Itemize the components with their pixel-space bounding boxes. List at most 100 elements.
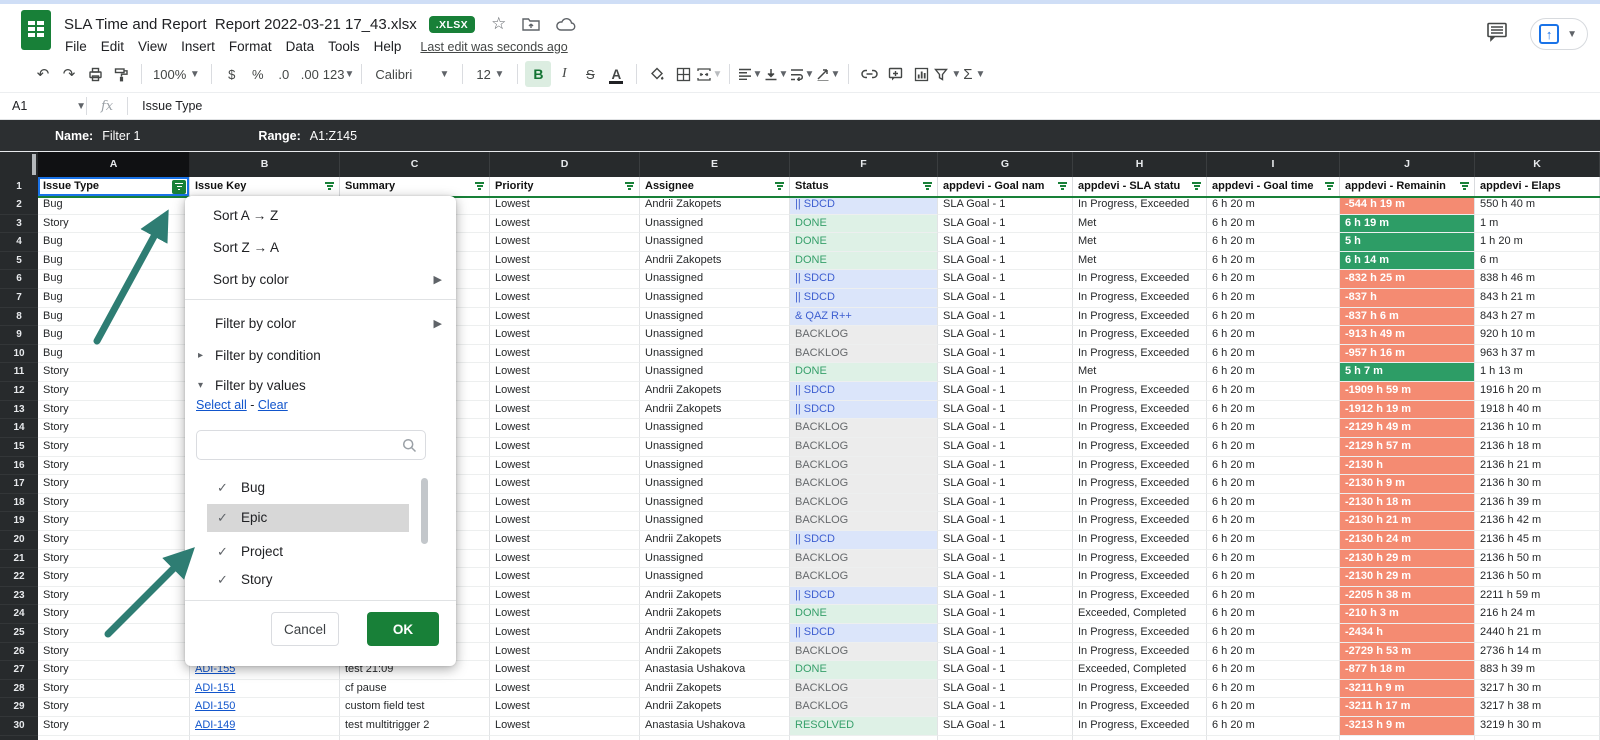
increase-decimal-button[interactable]: .00	[297, 61, 323, 87]
row-number[interactable]: 13	[0, 401, 38, 420]
cell-remaining[interactable]: -837 h 6 m	[1340, 308, 1475, 327]
cell-remaining[interactable]: -210 h 3 m	[1340, 605, 1475, 624]
cell-assignee[interactable]: Unassigned	[640, 363, 790, 382]
vertical-align-button[interactable]: ▼	[763, 61, 789, 87]
header-cell-col8[interactable]: appdevi - SLA statu	[1073, 177, 1207, 196]
text-color-button[interactable]: A	[603, 61, 629, 87]
cell-assignee[interactable]: Unassigned	[640, 550, 790, 569]
cell-status[interactable]: BACKLOG	[790, 550, 938, 569]
cell-status[interactable]: & QAZ R++	[790, 308, 938, 327]
cell-goal-time[interactable]: 6 h 20 m	[1207, 419, 1340, 438]
cell-assignee[interactable]: Unassigned	[640, 289, 790, 308]
cell-goal-time[interactable]: 6 h 20 m	[1207, 680, 1340, 699]
cell-goal-name[interactable]: SLA Goal - 1	[938, 363, 1073, 382]
cancel-button[interactable]: Cancel	[271, 612, 339, 646]
cell-priority[interactable]: Lowest	[490, 326, 640, 345]
column-header-a[interactable]: A	[38, 152, 190, 177]
cell-issue-type[interactable]: Story	[38, 419, 190, 438]
zoom-select[interactable]: 100% ▼	[149, 61, 204, 87]
format-percent-button[interactable]: %	[245, 61, 271, 87]
cell-issue-key[interactable]: ADI-151	[190, 680, 340, 699]
cell-assignee[interactable]: Anastasia Ushakova	[640, 717, 790, 736]
cell-remaining[interactable]: 5 h 7 m	[1340, 363, 1475, 382]
row-number[interactable]: 17	[0, 475, 38, 494]
cell-sla-status[interactable]: In Progress, Exceeded	[1073, 457, 1207, 476]
cell-elapsed[interactable]: 2136 h 30 m	[1475, 475, 1600, 494]
cell-sla-status[interactable]: In Progress, Exceeded	[1073, 698, 1207, 717]
cell-sla-status[interactable]: In Progress, Exceeded	[1073, 196, 1207, 215]
row-number[interactable]: 2	[0, 196, 38, 215]
cell-priority[interactable]: Lowest	[490, 531, 640, 550]
menu-item-filter-by-condition[interactable]: ▸Filter by condition	[185, 342, 456, 370]
cell-priority[interactable]: Lowest	[490, 475, 640, 494]
row-number[interactable]: 24	[0, 605, 38, 624]
menu-item-filter-by-values[interactable]: ▾Filter by values	[185, 372, 456, 400]
cell-summary[interactable]: cf pause	[340, 680, 490, 699]
paint-format-button[interactable]	[108, 61, 134, 87]
cell-remaining[interactable]: 6 h 19 m	[1340, 215, 1475, 234]
filter-range-value[interactable]: A1:Z145	[310, 129, 357, 143]
cell-elapsed[interactable]: 883 h 39 m	[1475, 661, 1600, 680]
cell-priority[interactable]: Lowest	[490, 494, 640, 513]
cell-elapsed[interactable]: 2136 h 45 m	[1475, 531, 1600, 550]
cell-assignee[interactable]: Unassigned	[640, 512, 790, 531]
cell-status[interactable]: DONE	[790, 661, 938, 680]
cell-priority[interactable]: Lowest	[490, 233, 640, 252]
filter-icon[interactable]	[1192, 182, 1201, 190]
header-cell-col7[interactable]: appdevi - Goal nam	[938, 177, 1073, 196]
borders-button[interactable]	[670, 61, 696, 87]
row-number[interactable]: 7	[0, 289, 38, 308]
row-number[interactable]: 29	[0, 698, 38, 717]
issue-key-link[interactable]: ADI-149	[195, 719, 235, 731]
row-number[interactable]: 8	[0, 308, 38, 327]
cell-goal-name[interactable]: SLA Goal - 1	[938, 531, 1073, 550]
cell-remaining[interactable]: -2130 h 18 m	[1340, 494, 1475, 513]
row-number[interactable]: 27	[0, 661, 38, 680]
cell-elapsed[interactable]: 216 h 24 m	[1475, 605, 1600, 624]
cell-goal-name[interactable]: SLA Goal - 1	[938, 233, 1073, 252]
header-cell-col11[interactable]: appdevi - Elaps	[1475, 177, 1600, 196]
cell-status[interactable]: BACKLOG	[790, 419, 938, 438]
row-number[interactable]: 22	[0, 568, 38, 587]
row-number[interactable]: 28	[0, 680, 38, 699]
cell-sla-status[interactable]: In Progress, Exceeded	[1073, 568, 1207, 587]
cell-assignee[interactable]: Unassigned	[640, 494, 790, 513]
filter-icon[interactable]	[1058, 182, 1067, 190]
menu-edit[interactable]: Edit	[94, 37, 131, 56]
cell-remaining[interactable]: -877 h 18 m	[1340, 661, 1475, 680]
cell-assignee[interactable]: Anastasia Ushakova	[640, 661, 790, 680]
decrease-decimal-button[interactable]: .0	[271, 61, 297, 87]
filter-icon[interactable]	[923, 182, 932, 190]
cell-status[interactable]: DONE	[790, 252, 938, 271]
column-header-k[interactable]: K	[1475, 152, 1600, 177]
cell-remaining[interactable]: -913 h 49 m	[1340, 326, 1475, 345]
cell-elapsed[interactable]: 1 h 13 m	[1475, 363, 1600, 382]
cell-sla-status[interactable]: Met	[1073, 215, 1207, 234]
cell-status[interactable]: BACKLOG	[790, 680, 938, 699]
cell-goal-name[interactable]: SLA Goal - 1	[938, 382, 1073, 401]
font-select[interactable]: Calibri▼	[369, 61, 455, 87]
cell-status[interactable]: BACKLOG	[790, 494, 938, 513]
filter-icon[interactable]	[625, 182, 634, 190]
cell-assignee[interactable]: Unassigned	[640, 438, 790, 457]
cell-goal-time[interactable]: 6 h 20 m	[1207, 475, 1340, 494]
cell-goal-name[interactable]: SLA Goal - 1	[938, 550, 1073, 569]
cell-sla-status[interactable]: In Progress, Exceeded	[1073, 494, 1207, 513]
cell-goal-time[interactable]: 6 h 20 m	[1207, 326, 1340, 345]
row-number[interactable]: 20	[0, 531, 38, 550]
menu-item-sort-az[interactable]: Sort A → Z	[185, 202, 456, 230]
header-cell-col5[interactable]: Assignee	[640, 177, 790, 196]
column-header-f[interactable]: F	[790, 152, 938, 177]
cell-priority[interactable]: Lowest	[490, 270, 640, 289]
cell-assignee[interactable]: Andrii Zakopets	[640, 587, 790, 606]
cell-assignee[interactable]: Andrii Zakopets	[640, 196, 790, 215]
cell-priority[interactable]: Lowest	[490, 345, 640, 364]
cell-sla-status[interactable]: In Progress, Exceeded	[1073, 512, 1207, 531]
cell-remaining[interactable]: -1912 h 19 m	[1340, 401, 1475, 420]
filter-value-project[interactable]: ✓Project	[185, 538, 456, 566]
cell-goal-name[interactable]: SLA Goal - 1	[938, 215, 1073, 234]
row-number[interactable]: 11	[0, 363, 38, 382]
cell-goal-time[interactable]: 6 h 20 m	[1207, 568, 1340, 587]
cell-goal-name[interactable]: SLA Goal - 1	[938, 345, 1073, 364]
cell-issue-type[interactable]: Story	[38, 643, 190, 662]
